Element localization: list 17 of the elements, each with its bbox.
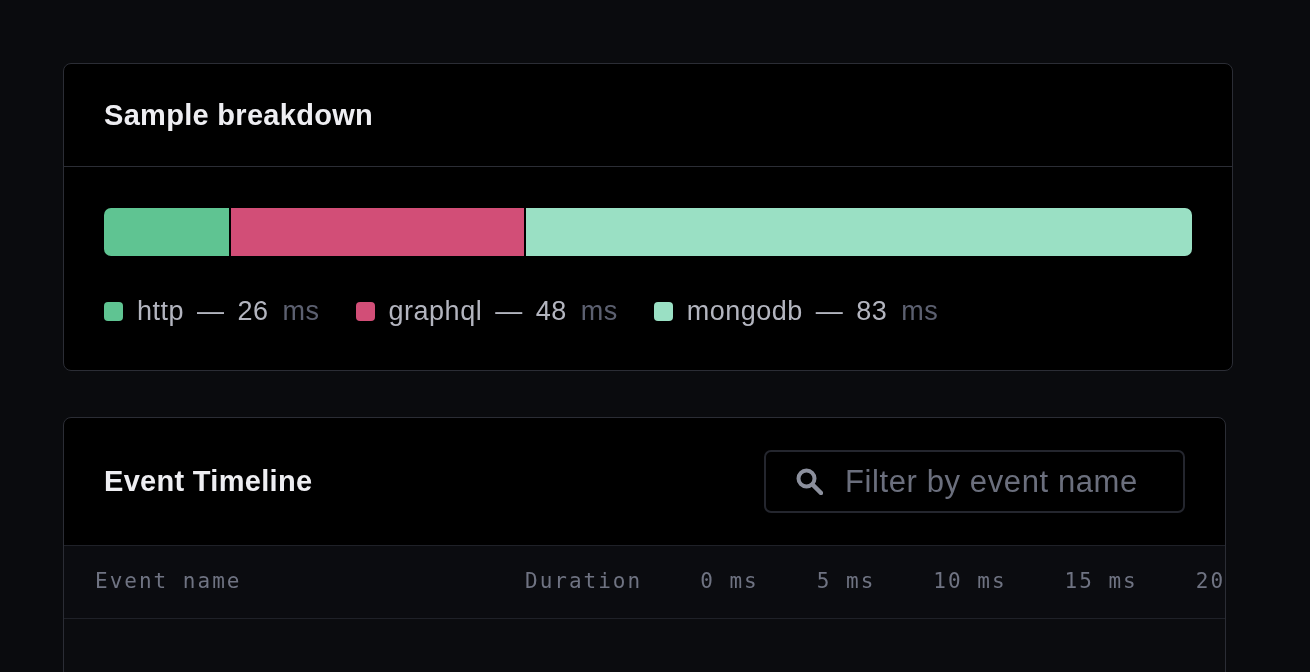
column-header: Event name (95, 568, 243, 596)
card-title: Event Timeline (104, 467, 313, 496)
legend-unit: ms (580, 296, 618, 326)
column-header: Duration (525, 568, 643, 596)
card-title: Sample breakdown (104, 100, 374, 130)
legend-unit: ms (282, 296, 320, 326)
legend-label: http — 26 (137, 296, 269, 326)
timeline-tick-label: 15 ms (1064, 568, 1138, 596)
legend-unit: ms (901, 296, 939, 326)
legend-label: mongodb — 83 (686, 296, 888, 326)
legend-label: graphql — 48 (388, 296, 567, 326)
search-field[interactable]: Filter by event name (764, 450, 1185, 513)
timeline-tick-label: 0 ms (700, 568, 759, 596)
search-icon (795, 467, 823, 495)
timeline-tick-label: 5 ms (816, 568, 876, 596)
timeline-tick-label: 10 ms (933, 568, 1007, 596)
timeline-tick-label: 20 (1195, 568, 1225, 596)
